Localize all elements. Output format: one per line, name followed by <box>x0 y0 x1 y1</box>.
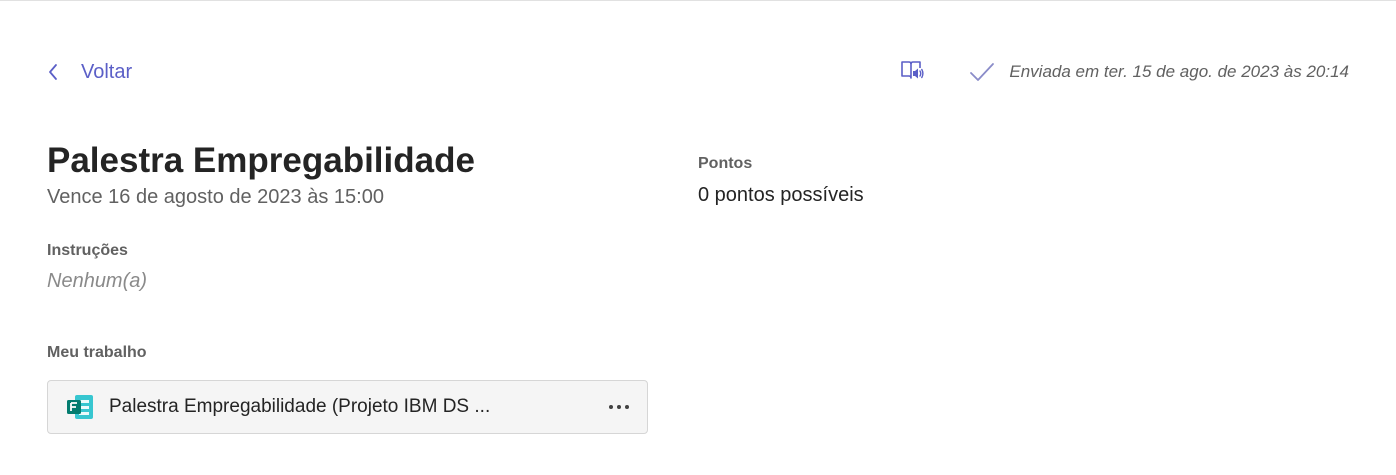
due-date: Vence 16 de agosto de 2023 às 15:00 <box>47 186 384 208</box>
checkmark-icon <box>969 59 995 85</box>
work-file-card[interactable]: Palestra Empregabilidade (Projeto IBM DS… <box>47 380 648 434</box>
back-label: Voltar <box>81 60 133 83</box>
submission-status: Enviada em ter. 15 de ago. de 2023 às 20… <box>969 57 1349 87</box>
immersive-reader-button[interactable] <box>899 59 925 85</box>
work-file-name: Palestra Empregabilidade (Projeto IBM DS… <box>109 396 491 417</box>
more-options-icon <box>609 405 629 409</box>
points-label: Pontos <box>698 155 753 172</box>
back-button[interactable]: Voltar <box>47 57 132 87</box>
submission-status-text: Enviada em ter. 15 de ago. de 2023 às 20… <box>1009 62 1349 81</box>
assignment-page: Voltar Enviada em ter. 15 de ago. de 202… <box>0 0 1396 475</box>
forms-icon <box>65 392 95 422</box>
instructions-value: Nenhum(a) <box>47 270 148 292</box>
points-value: 0 pontos possíveis <box>698 184 864 206</box>
immersive-reader-icon <box>900 59 924 86</box>
assignment-title: Palestra Empregabilidade <box>47 141 475 180</box>
chevron-left-icon <box>47 63 61 81</box>
my-work-label: Meu trabalho <box>47 344 147 361</box>
instructions-label: Instruções <box>47 242 128 259</box>
more-options-button[interactable] <box>599 387 639 427</box>
